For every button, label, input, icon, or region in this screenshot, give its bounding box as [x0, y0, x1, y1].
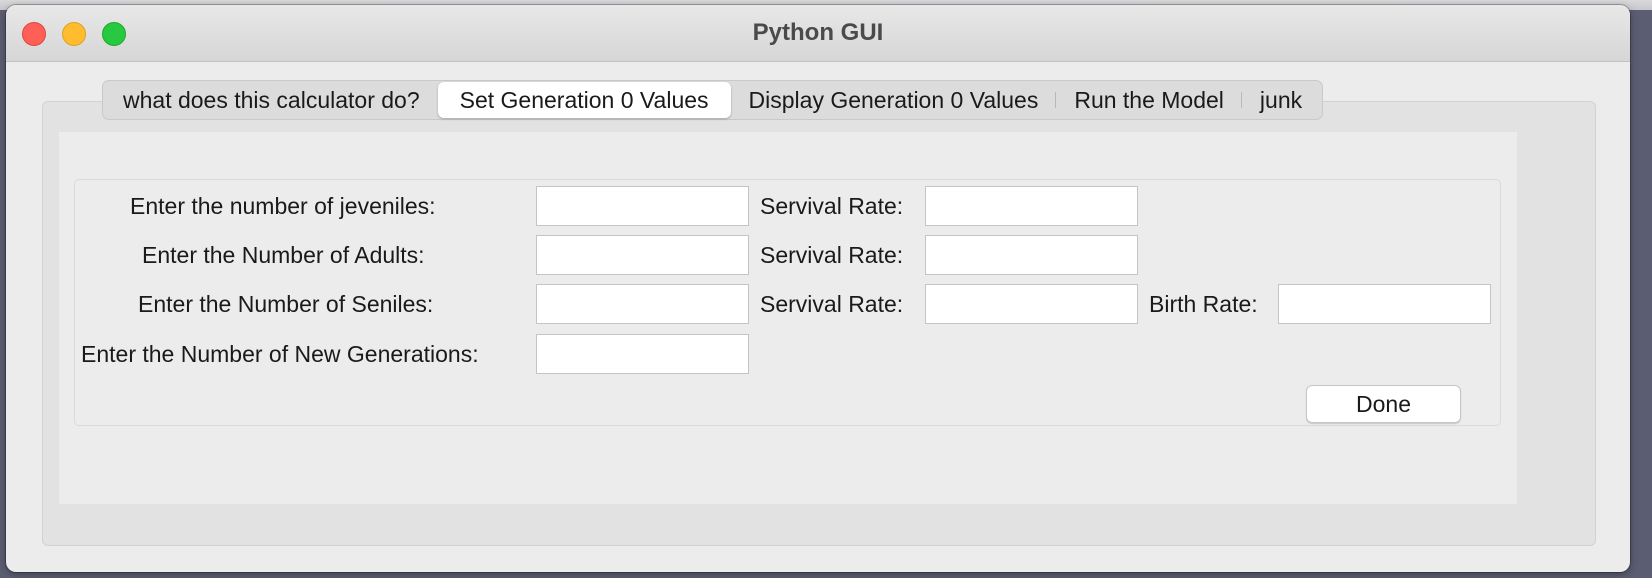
- birth-rate-label: Birth Rate:: [1149, 291, 1258, 317]
- new-generations-label: Enter the Number of New Generations:: [81, 341, 479, 367]
- seniles-survival-label: Servival Rate:: [760, 291, 904, 317]
- juveniles-survival-input[interactable]: [925, 186, 1138, 226]
- adults-survival-input[interactable]: [925, 235, 1138, 275]
- app-window: Python GUI what does this calculator do?…: [6, 5, 1630, 572]
- tab-run-the-model[interactable]: Run the Model: [1056, 82, 1242, 118]
- birth-rate-input[interactable]: [1278, 284, 1491, 324]
- juveniles-label: Enter the number of jeveniles:: [130, 193, 436, 219]
- tab-set-generation-0-values[interactable]: Set Generation 0 Values: [437, 82, 731, 118]
- title-bar[interactable]: Python GUI: [6, 5, 1630, 62]
- tab-what-does-this-calculator-do[interactable]: what does this calculator do?: [105, 82, 438, 118]
- window-title: Python GUI: [752, 19, 884, 46]
- juveniles-survival-label: Servival Rate:: [760, 193, 904, 219]
- seniles-input[interactable]: [536, 284, 749, 324]
- seniles-label: Enter the Number of Seniles:: [138, 291, 434, 317]
- adults-label: Enter the Number of Adults:: [142, 242, 425, 268]
- done-button[interactable]: Done: [1306, 385, 1461, 423]
- seniles-survival-input[interactable]: [925, 284, 1138, 324]
- adults-survival-label: Servival Rate:: [760, 242, 904, 268]
- adults-input[interactable]: [536, 235, 749, 275]
- juveniles-input[interactable]: [536, 186, 749, 226]
- tab-junk[interactable]: junk: [1242, 82, 1320, 118]
- tab-display-generation-0-values[interactable]: Display Generation 0 Values: [731, 82, 1057, 118]
- new-generations-input[interactable]: [536, 334, 749, 374]
- tab-bar: what does this calculator do? Set Genera…: [102, 80, 1324, 120]
